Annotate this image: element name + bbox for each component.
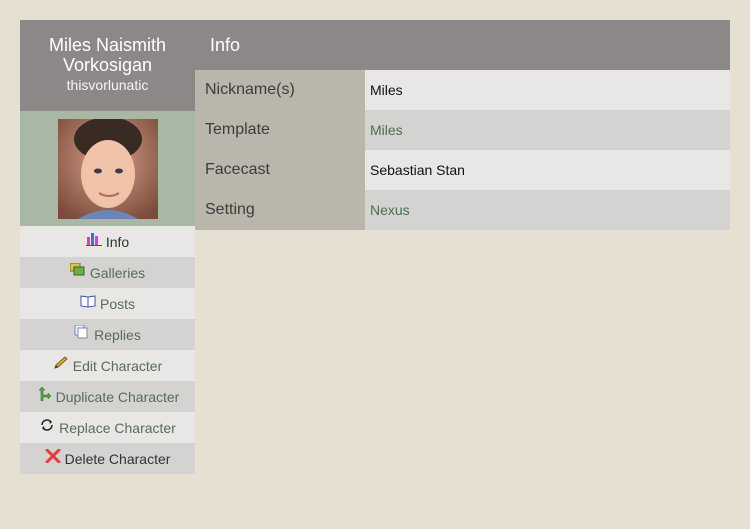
info-key: Facecast: [195, 150, 365, 190]
menu-item-replace-character[interactable]: Replace Character: [20, 412, 195, 443]
menu-label: Posts: [99, 295, 135, 312]
avatar-container: [20, 111, 195, 226]
info-row-facecast: Facecast Sebastian Stan: [195, 150, 730, 190]
delete-x-icon: [45, 448, 61, 464]
bar-chart-icon: [85, 231, 102, 247]
pencil-icon: [53, 355, 69, 371]
menu-label: Info: [105, 233, 130, 250]
avatar: [57, 118, 158, 219]
gallery-icon: [69, 262, 86, 278]
pages-icon: [74, 324, 90, 340]
book-icon: [80, 293, 96, 309]
panel-title: Info: [195, 20, 730, 70]
menu-item-posts[interactable]: Posts: [20, 288, 195, 319]
menu-item-delete-character[interactable]: Delete Character: [20, 443, 195, 474]
menu-item-duplicate-character[interactable]: Duplicate Character: [20, 381, 195, 412]
info-key: Nickname(s): [195, 70, 365, 110]
character-name: Miles Naismith Vorkosigan: [48, 35, 167, 75]
info-panel: Info Nickname(s) Miles Template Miles Fa…: [195, 20, 730, 230]
info-row-setting: Setting Nexus: [195, 190, 730, 230]
menu-label: Replace Character: [59, 419, 176, 436]
character-menu: Info Galleries Posts Replies Edit Charac…: [20, 226, 195, 474]
character-username[interactable]: thisvorlunatic: [20, 77, 195, 93]
info-key: Setting: [195, 190, 365, 230]
template-link[interactable]: Miles: [365, 110, 730, 150]
character-header: Miles Naismith Vorkosigan thisvorlunatic: [20, 20, 195, 111]
info-table: Nickname(s) Miles Template Miles Facecas…: [195, 70, 730, 230]
branch-arrow-icon: [36, 386, 52, 402]
info-row-nickname: Nickname(s) Miles: [195, 70, 730, 110]
info-value: Sebastian Stan: [365, 150, 730, 190]
refresh-icon: [39, 417, 55, 433]
info-key: Template: [195, 110, 365, 150]
menu-item-replies[interactable]: Replies: [20, 319, 195, 350]
menu-item-edit-character[interactable]: Edit Character: [20, 350, 195, 381]
menu-item-galleries[interactable]: Galleries: [20, 257, 195, 288]
sidebar: Miles Naismith Vorkosigan thisvorlunatic: [20, 20, 195, 474]
menu-label: Duplicate Character: [55, 388, 180, 405]
menu-label: Edit Character: [72, 357, 163, 374]
menu-label: Delete Character: [64, 450, 171, 467]
menu-label: Replies: [94, 326, 141, 343]
setting-link[interactable]: Nexus: [365, 190, 730, 230]
info-value: Miles: [365, 70, 730, 110]
info-row-template: Template Miles: [195, 110, 730, 150]
menu-label: Galleries: [89, 264, 146, 281]
menu-item-info[interactable]: Info: [20, 226, 195, 257]
